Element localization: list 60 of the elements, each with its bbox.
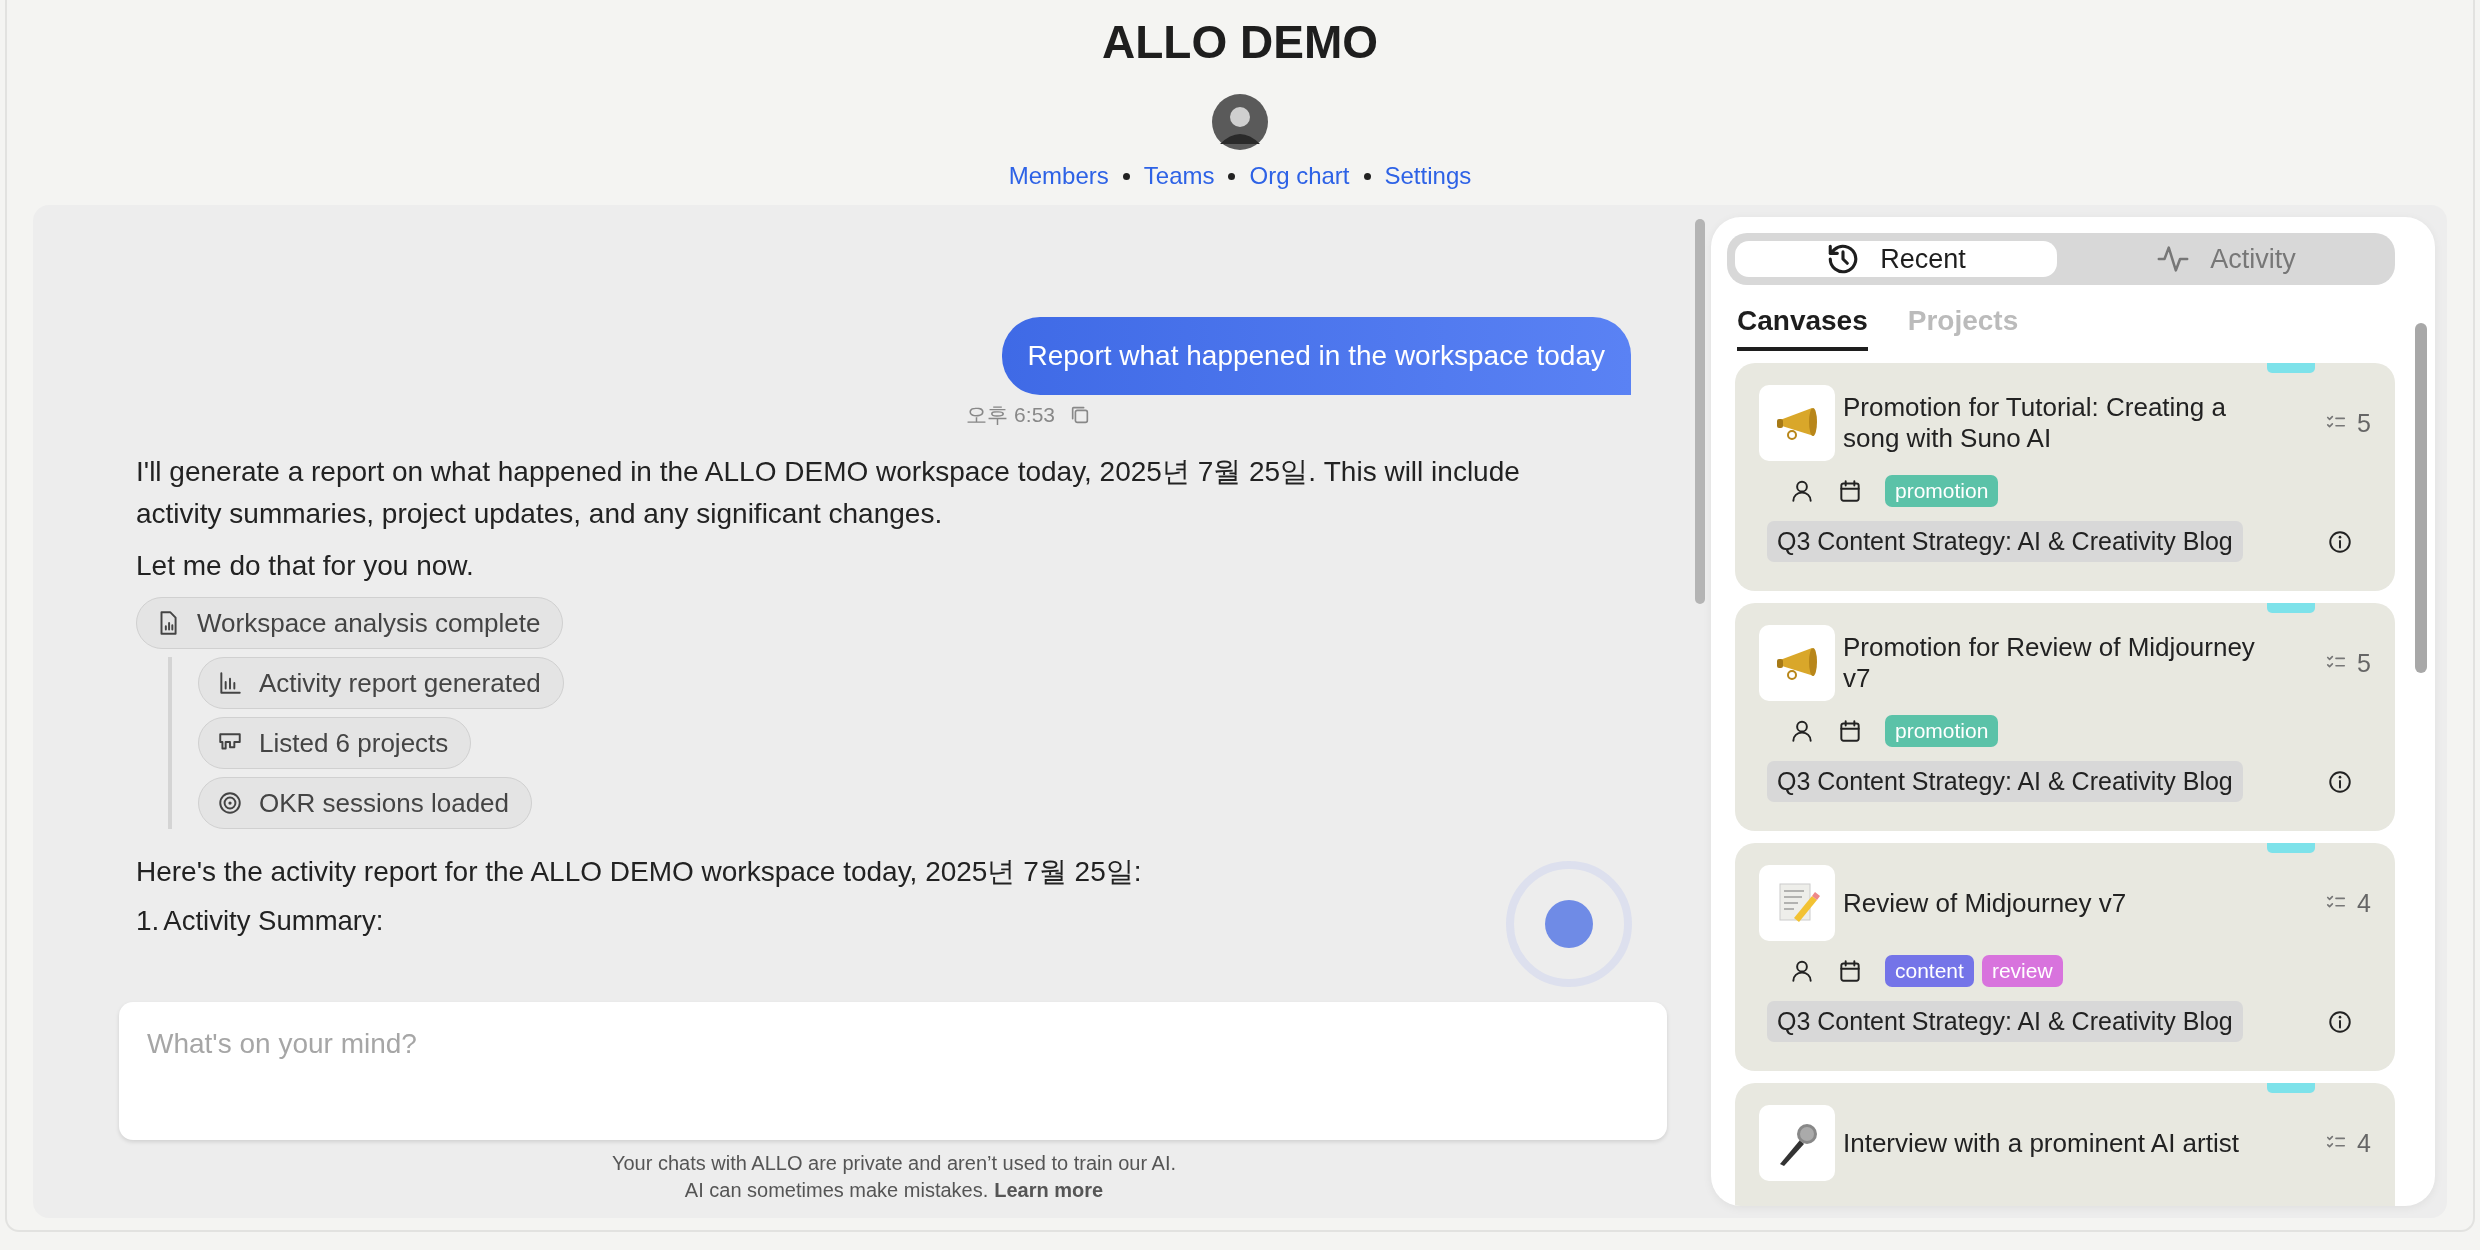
disclaimer-text: AI can sometimes make mistakes.: [684, 1178, 989, 1203]
info-icon: [2327, 1008, 2353, 1035]
task-count: 5: [2357, 648, 2371, 678]
copy-icon: [1069, 404, 1091, 426]
target-icon: [217, 790, 243, 816]
message-text: Here's the activity report for the ALLO DEMO workspace today, 2025년 7월 25일:: [136, 855, 1143, 889]
canvas-card[interactable]: Promotion for Tutorial: Creating a song with Suno AI 5 promotion Q3 Content Strategy: AI & Creativity Blog: [1735, 363, 2395, 591]
workspace-title: ALLO DEMO: [1102, 15, 1378, 70]
calendar-icon: [1837, 718, 1863, 744]
nav-link[interactable]: Members: [1008, 162, 1109, 190]
info-icon: [2327, 528, 2353, 555]
message-text: Let me do that for you now.: [136, 549, 475, 583]
person-icon: [1789, 718, 1815, 744]
calendar-icon: [1837, 958, 1863, 984]
card-title: Promotion for Review of Midjourney v7: [1843, 632, 2256, 694]
message-input[interactable]: What's on your mind?: [119, 1002, 1667, 1140]
tool-status-chip[interactable]: Listed 6 projects: [198, 717, 472, 769]
project-chip[interactable]: Q3 Content Strategy: AI & Creativity Blog: [1767, 761, 2243, 802]
user-message-bubble: Report what happened in the workspace today: [1001, 317, 1631, 395]
nav-link[interactable]: Settings: [1384, 162, 1472, 190]
task-count: 4: [2357, 888, 2371, 918]
list-item-text: Activity Summary:: [163, 905, 384, 937]
card-title: Review of Midjourney v7: [1843, 887, 2128, 919]
scrollbar-thumb[interactable]: [2415, 323, 2427, 673]
nav-link[interactable]: Teams: [1143, 162, 1215, 190]
tab[interactable]: Canvases: [1737, 305, 1868, 351]
tag[interactable]: content: [1885, 955, 1974, 987]
bar-chart-icon: [217, 670, 243, 696]
canvas-card[interactable]: Interview with a prominent AI artist 4: [1735, 1083, 2395, 1206]
timestamp: 오후 6:53: [966, 402, 1055, 428]
view-tab[interactable]: Recent: [1735, 241, 2057, 277]
canvas-card[interactable]: Review of Midjourney v7 4 content review Q3 Content Strategy: AI & Creativity Blog: [1735, 843, 2395, 1071]
task-count: 4: [2357, 1128, 2371, 1158]
project-chip[interactable]: Q3 Content Strategy: AI & Creativity Blog: [1767, 1001, 2243, 1042]
task-count: 5: [2357, 408, 2371, 438]
card-marker: [2267, 1083, 2315, 1093]
disclaimer-text: Your chats with ALLO are private and aren’t used to train our AI.: [611, 1151, 1176, 1176]
info-icon: [2327, 768, 2353, 795]
calendar-icon: [1837, 478, 1863, 504]
person-icon: [1789, 958, 1815, 984]
card-marker: [2267, 603, 2315, 613]
tool-status-chip[interactable]: OKR sessions loaded: [198, 777, 533, 829]
message-text: I'll generate a report on what happened in the ALLO DEMO workspace today, 2025년 7월 25일. This will include activity summaries, project updates, and any significant changes.: [136, 455, 1521, 531]
tool-status-chip[interactable]: Workspace analysis complete: [136, 597, 564, 649]
card-title: Promotion for Tutorial: Creating a song with Suno AI: [1843, 392, 2227, 454]
card-marker: [2267, 363, 2315, 373]
canvas-card[interactable]: Promotion for Review of Midjourney v7 5 promotion Q3 Content Strategy: AI & Creativity Blog: [1735, 603, 2395, 831]
scrollbar-thumb[interactable]: [1695, 219, 1705, 604]
learn-more-link[interactable]: Learn more: [994, 1177, 1104, 1204]
card-title: Interview with a prominent AI artist: [1843, 1127, 2240, 1159]
nav-link[interactable]: Org chart: [1249, 162, 1350, 190]
list-number: 1.: [136, 905, 160, 937]
separator-dot: [1228, 172, 1236, 180]
person-icon: [1789, 478, 1815, 504]
separator-dot: [1122, 172, 1130, 180]
avatar: [1212, 94, 1268, 150]
separator-dot: [1363, 172, 1371, 180]
tool-status-chip[interactable]: Activity report generated: [198, 657, 564, 709]
card-marker: [2267, 843, 2315, 853]
project-chip[interactable]: Q3 Content Strategy: AI & Creativity Blog: [1767, 521, 2243, 562]
